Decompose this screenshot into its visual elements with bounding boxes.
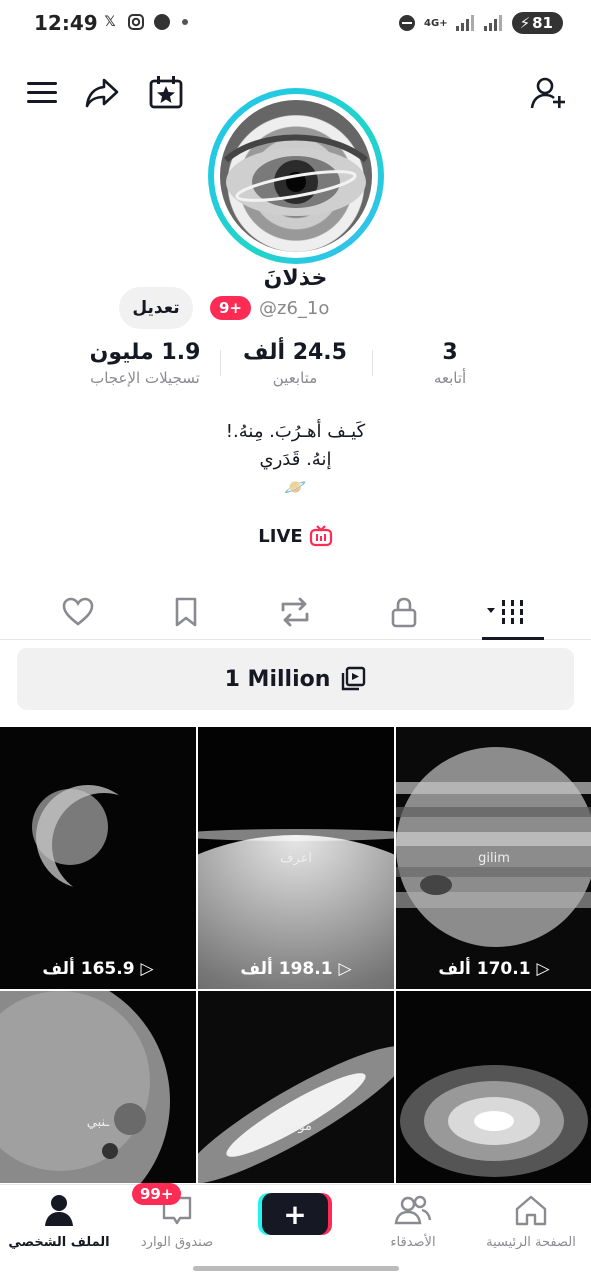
likes-stat: 1.9 مليون تسجيلات الإعجاب [70,340,220,387]
video-thumbnail[interactable]: موتني [198,991,394,1183]
following-count: 3 [442,340,458,365]
username-row: 9+ @z6_1o [210,296,329,320]
repost-icon [281,597,309,627]
nav-home[interactable]: الصفحة الرئيسية [476,1193,586,1250]
stat-divider [220,350,221,376]
following-label: أتابعه [433,369,467,387]
video-thumbnail[interactable] [396,991,591,1183]
likes-label: تسجيلات الإعجاب [90,369,200,387]
nav-inbox-label: صندوق الوارد [140,1235,214,1250]
liked-tab[interactable] [58,592,98,632]
content-tabs [0,586,591,640]
playlist-button[interactable]: 1 Million [17,648,574,710]
bio-line: كَيـف أهـرُبَ. مِنهُ.! [225,421,366,442]
view-count: ▷ 198.1 ألف [240,959,352,979]
dnd-icon [399,15,416,31]
signal-icon [455,15,474,31]
display-name: خذلانَ [263,266,328,291]
inbox-badge: 99+ [132,1183,182,1205]
notification-icons: 𝕏 [100,12,188,32]
video-thumbnail[interactable]: ▷ 165.9 ألف [0,727,196,989]
menu-icon[interactable] [24,74,60,110]
video-thumbnail[interactable]: اعرف ▷ 198.1 ألف [198,727,394,989]
lock-icon [391,597,417,628]
play-icon: ▷ [536,959,550,979]
home-indicator [193,1266,399,1271]
stat-divider [372,350,373,376]
view-count: ▷ 170.1 ألف [438,959,550,979]
video-caption: gilim [478,851,510,866]
bio: كَيـف أهـرُبَ. مِنهُ.! إنهُ. قَدَري 🪐 [0,418,591,502]
battery-level: 81 [532,14,553,32]
followers-label: متابعين [272,369,318,387]
active-tab-indicator [482,637,544,640]
home-icon [515,1195,547,1226]
friends-icon [394,1195,432,1225]
nav-profile[interactable]: الملف الشخصي [4,1193,114,1250]
live-tv-icon [309,525,332,547]
nav-friends[interactable]: الأصدقاء [358,1193,468,1250]
nav-inbox[interactable]: 99+ صندوق الوارد [122,1183,232,1250]
grid-dropdown-icon [487,600,523,624]
play-icon: ▷ [140,959,154,979]
nav-home-label: الصفحة الرئيسية [486,1235,576,1250]
playlist-label: 1 Million [224,666,331,692]
edit-profile-button[interactable]: تعديل [119,287,193,329]
signal-icon-2 [483,15,502,31]
followers-count: 24.5 ألف [243,340,347,365]
more-notifications-dot [182,19,188,25]
bio-emoji: 🪐 [284,477,307,498]
network-type: 4G+ [424,17,448,29]
video-caption: اعرف [279,851,313,866]
video-thumbnail[interactable]: ـنبي [0,991,196,1183]
notification-badge[interactable]: 9+ [210,296,252,320]
followers-stat[interactable]: 24.5 ألف متابعين [230,340,360,387]
charging-icon: ⚡ [519,14,531,32]
calendar-star-icon[interactable] [148,74,184,110]
bookmark-icon [175,597,197,627]
videos-tab[interactable] [484,592,534,632]
instagram-icon [126,12,146,32]
profile-icon [45,1195,73,1226]
live-label: LIVE [258,525,303,547]
app-notification-icon [152,12,172,32]
profile-avatar[interactable] [208,88,384,264]
heart-icon [62,597,94,626]
status-bar: 12:49 𝕏 4G+ ⚡ 81 [0,0,591,48]
nav-friends-label: الأصدقاء [390,1235,436,1250]
x-app-icon: 𝕏 [104,14,116,30]
plus-icon: + [283,1197,307,1231]
status-time: 12:49 [34,11,98,35]
bio-line: إنهُ. قَدَري [259,449,332,470]
play-icon: ▷ [338,959,352,979]
video-caption: ـنبي [86,1115,110,1130]
avatar-image [220,100,372,252]
likes-count: 1.9 مليون [89,340,201,365]
username: @z6_1o [259,297,330,319]
playlist-icon [342,666,366,691]
share-icon[interactable] [84,74,120,110]
system-icons: 4G+ ⚡ 81 [398,12,563,34]
favorites-tab[interactable] [166,592,206,632]
view-count: ▷ 165.9 ألف [42,959,154,979]
live-link[interactable]: LIVE [0,524,591,548]
video-caption: موتني [279,1119,313,1134]
add-friend-icon[interactable] [530,74,566,110]
create-button[interactable]: + [262,1193,328,1235]
battery-indicator: ⚡ 81 [511,12,563,34]
following-stat[interactable]: 3 أتابعه [410,340,490,387]
video-thumbnail[interactable]: gilim ▷ 170.1 ألف [396,727,591,989]
reposts-tab[interactable] [275,592,315,632]
private-tab[interactable] [384,592,424,632]
nav-profile-label: الملف الشخصي [8,1235,110,1250]
